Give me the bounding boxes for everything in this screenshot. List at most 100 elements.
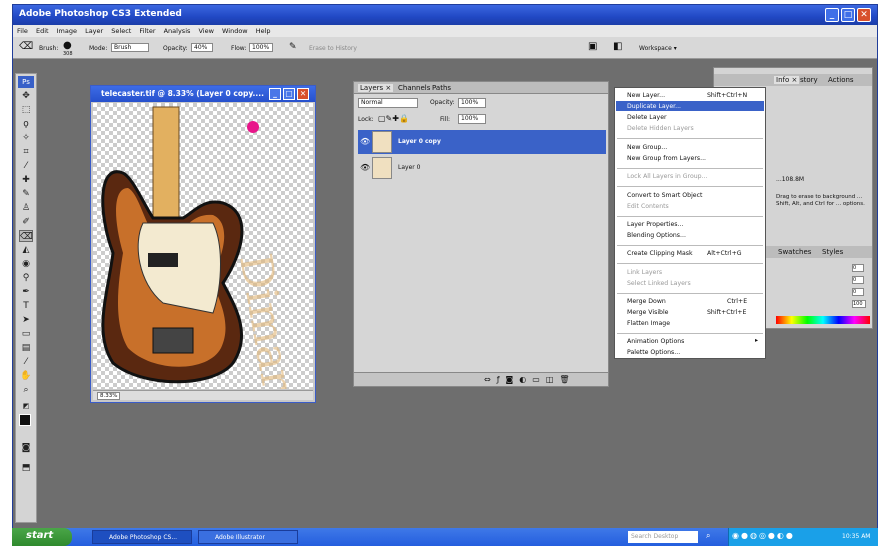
notes-tool-icon[interactable]: ▤: [19, 342, 33, 354]
color-ramp[interactable]: [776, 316, 870, 324]
layer-row-layer-0-copy[interactable]: 👁 Layer 0 copy: [358, 130, 606, 154]
screen-mode-icon[interactable]: ⬒: [19, 462, 33, 474]
eraser-tool-icon[interactable]: ⌫: [19, 230, 33, 242]
menu-merge-visible[interactable]: Merge Visible: [627, 309, 669, 316]
gradient-tool-icon[interactable]: ◭: [19, 244, 33, 256]
brush-preview-icon[interactable]: ●: [63, 40, 72, 51]
menu-window[interactable]: Window: [222, 27, 248, 35]
marquee-tool-icon[interactable]: ⬚: [19, 104, 33, 116]
tray-icons[interactable]: ◉●◍◎●◐●: [732, 531, 795, 540]
menu-delete-hidden-layers[interactable]: Delete Hidden Layers: [627, 125, 694, 132]
dodge-tool-icon[interactable]: ⚲: [19, 272, 33, 284]
maximize-button[interactable]: □: [841, 8, 855, 22]
menu-edit-contents[interactable]: Edit Contents: [627, 203, 669, 210]
foreground-color-swatch[interactable]: [19, 414, 31, 426]
menu-layer-properties[interactable]: Layer Properties...: [627, 221, 683, 228]
menu-view[interactable]: View: [198, 27, 213, 35]
bridge-icon[interactable]: ◧: [613, 41, 622, 52]
history-brush-icon[interactable]: ✐: [19, 216, 33, 228]
menu-flatten-image[interactable]: Flatten Image: [627, 320, 670, 327]
desktop-search-input[interactable]: Search Desktop: [628, 531, 698, 543]
hand-tool-icon[interactable]: ✋: [19, 370, 33, 382]
move-tool-icon[interactable]: ✥: [19, 90, 33, 102]
lasso-tool-icon[interactable]: ϙ: [19, 118, 33, 130]
menu-new-layer[interactable]: New Layer...: [627, 92, 665, 99]
airbrush-icon[interactable]: ✎: [289, 42, 297, 52]
menu-new-group[interactable]: New Group...: [627, 144, 667, 151]
zoom-tool-icon[interactable]: ⌕: [19, 384, 33, 396]
healing-brush-icon[interactable]: ✚: [19, 174, 33, 186]
ps-logo[interactable]: Ps: [18, 76, 34, 88]
menu-blending-options[interactable]: Blending Options...: [627, 232, 686, 239]
workspace-button[interactable]: Workspace ▾: [639, 45, 677, 52]
search-icon[interactable]: ⌕: [706, 531, 710, 541]
menu-layer[interactable]: Layer: [85, 27, 103, 35]
stamp-tool-icon[interactable]: ♙: [19, 202, 33, 214]
type-tool-icon[interactable]: T: [19, 300, 33, 312]
tab-history[interactable]: story: [800, 76, 818, 84]
tab-paths[interactable]: Paths: [432, 84, 451, 92]
fill-field[interactable]: 100%: [458, 114, 486, 124]
menu-filter[interactable]: Filter: [139, 27, 155, 35]
menu-duplicate-layer[interactable]: Duplicate Layer...: [627, 103, 681, 110]
visibility-eye-icon[interactable]: 👁: [360, 137, 370, 146]
menu-analysis[interactable]: Analysis: [164, 27, 191, 35]
menu-image[interactable]: Image: [57, 27, 77, 35]
eyedropper-tool-icon[interactable]: ⁄: [19, 356, 33, 368]
menu-help[interactable]: Help: [256, 27, 271, 35]
tab-swatches[interactable]: Swatches: [778, 248, 811, 256]
slice-tool-icon[interactable]: ⁄: [19, 160, 33, 172]
doc-close-button[interactable]: ✕: [297, 88, 309, 100]
tab-layers[interactable]: Layers ×: [358, 84, 394, 92]
layer-buttons-bar[interactable]: ⇔ƒ◙◐▭◫🗑: [354, 372, 608, 386]
tab-styles[interactable]: Styles: [822, 248, 843, 256]
brush-tool-icon[interactable]: ✎: [19, 188, 33, 200]
tab-info[interactable]: Info ×: [774, 76, 800, 84]
menu-link-layers[interactable]: Link Layers: [627, 269, 662, 276]
flow-field[interactable]: 100%: [249, 43, 273, 52]
eraser-icon[interactable]: ⌫: [19, 41, 33, 52]
menu-select-linked-layers[interactable]: Select Linked Layers: [627, 280, 691, 287]
doc-maximize-button[interactable]: □: [283, 88, 295, 100]
menu-select[interactable]: Select: [111, 27, 131, 35]
menu-convert-smart-object[interactable]: Convert to Smart Object: [627, 192, 702, 199]
shape-tool-icon[interactable]: ▭: [19, 328, 33, 340]
color-value-2[interactable]: 0: [852, 276, 864, 284]
document-icon[interactable]: ▣: [588, 41, 597, 52]
visibility-eye-icon[interactable]: 👁: [360, 163, 370, 172]
erase-history-checkbox[interactable]: Erase to History: [309, 45, 357, 52]
menu-lock-all-layers[interactable]: Lock All Layers in Group...: [627, 173, 708, 180]
opacity-field[interactable]: 40%: [191, 43, 213, 52]
tab-actions[interactable]: Actions: [828, 76, 854, 84]
task-illustrator[interactable]: Adobe Illustrator: [198, 530, 298, 544]
menu-palette-options[interactable]: Palette Options...: [627, 349, 680, 356]
layer-row-layer-0[interactable]: 👁 Layer 0: [358, 156, 606, 180]
magic-wand-tool-icon[interactable]: ✧: [19, 132, 33, 144]
layer-opacity-field[interactable]: 100%: [458, 98, 486, 108]
close-button[interactable]: ✕: [857, 8, 871, 22]
menu-create-clipping-mask[interactable]: Create Clipping Mask: [627, 250, 693, 257]
menu-edit[interactable]: Edit: [36, 27, 49, 35]
pen-tool-icon[interactable]: ✒: [19, 286, 33, 298]
doc-minimize-button[interactable]: _: [269, 88, 281, 100]
crop-tool-icon[interactable]: ⌗: [19, 146, 33, 158]
path-selection-icon[interactable]: ➤: [19, 314, 33, 326]
menu-delete-layer[interactable]: Delete Layer: [627, 114, 667, 121]
menu-merge-down[interactable]: Merge Down: [627, 298, 666, 305]
start-button[interactable]: start: [12, 528, 72, 546]
lock-icons[interactable]: ▢✎✚🔒: [378, 114, 409, 123]
color-value-1[interactable]: 0: [852, 264, 864, 272]
menu-file[interactable]: File: [17, 27, 28, 35]
default-colors-icon[interactable]: ◩: [19, 400, 33, 412]
minimize-button[interactable]: _: [825, 8, 839, 22]
tab-channels[interactable]: Channels: [398, 84, 430, 92]
color-value-4[interactable]: 100: [852, 300, 866, 308]
blend-mode-select[interactable]: Normal: [358, 98, 418, 108]
color-value-3[interactable]: 0: [852, 288, 864, 296]
quick-mask-icon[interactable]: ◙: [19, 442, 33, 454]
menu-new-group-from-layers[interactable]: New Group from Layers...: [627, 155, 706, 162]
mode-select[interactable]: Brush: [111, 43, 149, 52]
task-photoshop[interactable]: Adobe Photoshop CS...: [92, 530, 192, 544]
zoom-level[interactable]: 8.33%: [97, 392, 121, 400]
blur-tool-icon[interactable]: ◉: [19, 258, 33, 270]
